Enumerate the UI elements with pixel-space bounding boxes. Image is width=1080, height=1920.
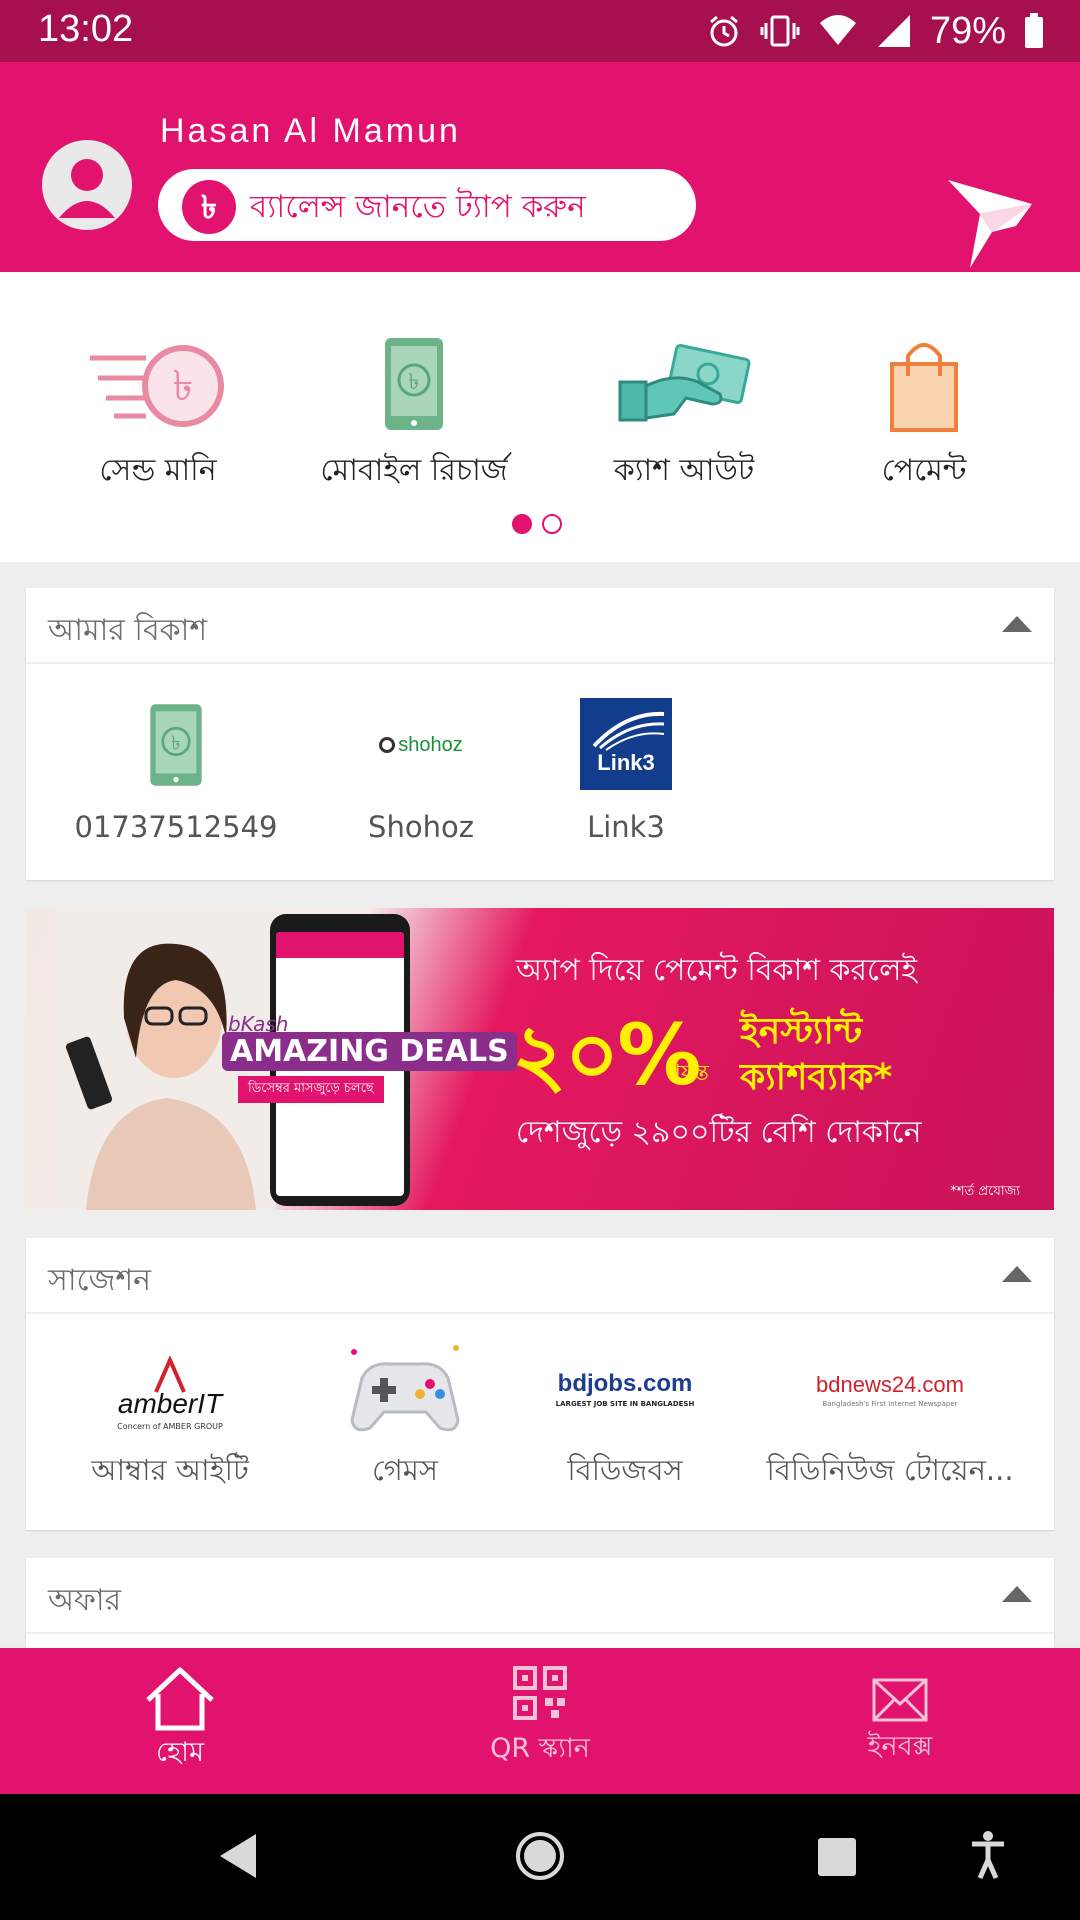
qr-code-icon	[513, 1666, 567, 1720]
my-bkash-item-shohoz[interactable]: shohoz Shohoz	[326, 698, 516, 845]
offer-header[interactable]: অফার	[26, 1558, 1054, 1634]
user-name: Hasan Al Mamun	[160, 112, 461, 150]
collapse-caret-icon[interactable]	[1002, 1586, 1032, 1602]
banner-line-2: দেশজুড়ে ২৯০০টির বেশি দোকানে	[516, 1115, 922, 1150]
collapse-caret-icon[interactable]	[1002, 1266, 1032, 1282]
amberit-logo-sub: Concern of AMBER GROUP	[117, 1422, 223, 1431]
battery-percent: 79%	[929, 9, 1006, 52]
suggestion-item-label: গেমস	[371, 1453, 439, 1487]
suggestion-item-amberit[interactable]: amberIT Concern of AMBER GROUP আম্বার আই…	[40, 1338, 300, 1497]
nav-inbox-label: ইনবক্স	[867, 1731, 933, 1762]
back-icon[interactable]	[216, 1832, 260, 1880]
shohoz-logo: shohoz	[326, 698, 516, 792]
offer-card: অফার	[26, 1558, 1054, 1648]
carousel-indicator	[512, 514, 562, 534]
bdjobs-logo-text: bdjobs.com	[557, 1370, 693, 1397]
nav-home-label: হোম	[156, 1737, 204, 1768]
bdnews24-logo-text: bdnews24.com	[816, 1372, 964, 1397]
my-bkash-item-label: Shohoz	[368, 810, 474, 844]
nav-qr-scan-label: QR স্ক্যান	[490, 1733, 590, 1764]
svg-text:৳: ৳	[171, 731, 181, 754]
mobile-recharge-icon: ৳	[150, 704, 202, 786]
offer-title: অফার	[48, 1583, 122, 1618]
mail-icon	[872, 1678, 928, 1722]
balance-prompt: ব্যালেন্স জানতে ট্যাপ করুন	[250, 189, 586, 225]
my-bkash-card: আমার বিকাশ ৳ 01737512549 shohoz Shohoz L…	[26, 588, 1054, 880]
send-money-icon: ৳	[90, 345, 224, 427]
payment-bag-icon	[890, 343, 958, 432]
deals-subtitle: ডিসেম্বর মাসজুড়ে চলছে	[238, 1076, 384, 1103]
my-bkash-item-label: 01737512549	[74, 810, 278, 844]
wifi-icon	[819, 15, 856, 45]
payment-label: পেমেন্ট	[881, 453, 967, 488]
status-time: 13:02	[38, 8, 134, 50]
suggestion-item-label: বিডিজবস	[567, 1453, 683, 1487]
bottom-navigation: হোম QR স্ক্যান ইনবক্স	[0, 1648, 1080, 1794]
balance-check-button[interactable]: ৳ ব্যালেন্স জানতে ট্যাপ করুন	[158, 169, 696, 241]
taka-icon: ৳	[182, 180, 236, 234]
vibrate-icon	[760, 15, 800, 47]
amberit-logo: amberIT Concern of AMBER GROUP	[40, 1338, 300, 1438]
app-header: Hasan Al Mamun ৳ ব্যালেন্স জানতে ট্যাপ ক…	[0, 62, 1080, 272]
bdjobs-logo: bdjobs.com LARGEST JOB SITE IN BANGLADES…	[522, 1338, 728, 1438]
shohoz-logo-text: shohoz	[398, 733, 463, 756]
mobile-recharge-icon: ৳	[385, 338, 443, 430]
banner-cashback-2: ক্যাশব্যাক*	[740, 1057, 893, 1098]
nav-qr-scan[interactable]: QR স্ক্যান	[460, 1666, 620, 1773]
send-money-label: সেন্ড মানি	[99, 453, 217, 488]
suggestion-card: সাজেশন amberIT Concern of AMBER GROUP আম…	[26, 1238, 1054, 1530]
my-bkash-item-number[interactable]: ৳ 01737512549	[56, 698, 296, 844]
suggestion-item-bdjobs[interactable]: bdjobs.com LARGEST JOB SITE IN BANGLADES…	[522, 1338, 728, 1497]
bkash-logo-icon[interactable]	[940, 172, 1040, 272]
amberit-logo-text: amberIT	[117, 1388, 223, 1419]
mobile-recharge-label: মোবাইল রিচার্জ	[320, 453, 508, 488]
suggestion-item-label: আম্বার আইটি	[91, 1453, 249, 1487]
carousel-dot-1[interactable]	[512, 514, 532, 534]
collapse-caret-icon[interactable]	[1002, 616, 1032, 632]
home-icon	[146, 1667, 214, 1731]
payment-button[interactable]: পেমেন্ট	[804, 334, 1044, 504]
svg-text:৳: ৳	[409, 370, 420, 395]
promo-banner[interactable]: bKash AMAZING DEALS ডিসেম্বর মাসজুড়ে চল…	[26, 908, 1054, 1210]
signal-icon	[877, 15, 910, 47]
bdnews24-logo-sub: Bangladesh's First Internet Newspaper	[822, 1400, 958, 1408]
link3-logo: Link3	[580, 698, 672, 790]
nav-home[interactable]: হোম	[120, 1666, 240, 1777]
status-bar: 13:02 79%	[0, 0, 1080, 62]
banner-condition: *শর্ত প্রযোজ্য	[950, 1184, 1020, 1199]
user-avatar-icon	[59, 159, 115, 218]
suggestion-header[interactable]: সাজেশন	[26, 1238, 1054, 1314]
bdjobs-logo-sub: LARGEST JOB SITE IN BANGLADESH	[555, 1400, 695, 1408]
quick-actions: ৳ সেন্ড মানি ৳ মোবাইল রিচার্জ ক্যাশ আউট …	[0, 272, 1080, 562]
cash-out-icon	[618, 344, 751, 422]
mobile-recharge-button[interactable]: ৳ মোবাইল রিচার্জ	[294, 334, 534, 504]
link3-logo-text: Link3	[597, 750, 655, 775]
my-bkash-title: আমার বিকাশ	[48, 613, 208, 648]
cash-out-label: ক্যাশ আউট	[613, 453, 755, 488]
svg-text:৳: ৳	[173, 361, 194, 410]
cash-out-button[interactable]: ক্যাশ আউট	[564, 334, 804, 504]
suggestion-item-bdnews24[interactable]: bdnews24.com Bangladesh's First Internet…	[728, 1338, 1052, 1497]
avatar[interactable]	[42, 140, 132, 230]
nav-inbox[interactable]: ইনবক্স	[840, 1666, 960, 1771]
battery-icon	[1025, 13, 1043, 48]
suggestion-item-label: বিডিনিউজ টোয়েন...	[766, 1453, 1014, 1487]
banner-upto: পর্যন্ত	[666, 1061, 709, 1086]
bdnews24-logo: bdnews24.com Bangladesh's First Internet…	[728, 1338, 1052, 1438]
my-bkash-item-link3[interactable]: Link3 Link3	[536, 698, 716, 844]
carousel-dot-2[interactable]	[542, 514, 562, 534]
send-money-button[interactable]: ৳ সেন্ড মানি	[38, 334, 278, 504]
suggestion-item-games[interactable]: গেমস	[310, 1338, 500, 1497]
accessibility-icon[interactable]	[968, 1830, 1008, 1880]
deals-title: AMAZING DEALS	[222, 1032, 517, 1071]
alarm-icon	[709, 15, 738, 47]
my-bkash-item-label: Link3	[587, 810, 665, 844]
suggestion-title: সাজেশন	[48, 1263, 152, 1298]
home-circle-icon[interactable]	[514, 1830, 566, 1882]
game-controller-icon	[350, 1345, 460, 1432]
my-bkash-header[interactable]: আমার বিকাশ	[26, 588, 1054, 664]
system-navigation-bar	[0, 1794, 1080, 1920]
recents-icon[interactable]	[816, 1836, 858, 1878]
